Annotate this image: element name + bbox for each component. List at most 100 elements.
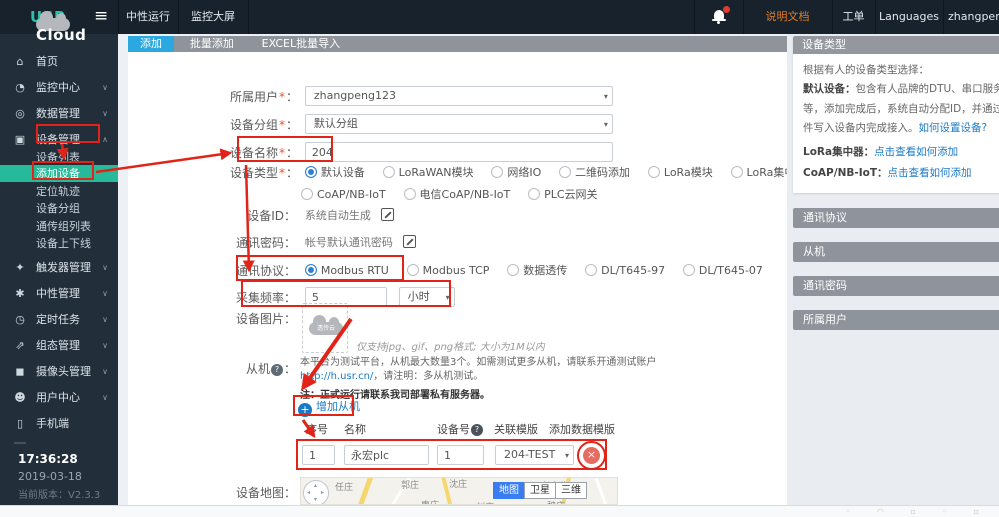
sidebar-subitem-add-device[interactable]: 添加设备 bbox=[0, 165, 118, 182]
radio-coap-nbiot[interactable]: CoAP/NB-IoT bbox=[301, 188, 386, 201]
sidebar-item-user-center[interactable]: 用户中心 ∨ bbox=[0, 386, 118, 410]
sidebar-item-camera-mgmt[interactable]: 摄像头管理∨ bbox=[0, 360, 118, 384]
clock-icon bbox=[12, 308, 28, 332]
protocol-label: 通讯协议 bbox=[236, 264, 284, 278]
help-default-device: 默认设备：包含有人品牌的DTU、串口服务器等，添加完成后，系统自动分配ID，并通… bbox=[803, 80, 999, 138]
nav-item-username[interactable]: zhangpeng1 bbox=[948, 0, 999, 34]
chevron-down-icon: ∨ bbox=[102, 386, 108, 410]
chevron-down-icon: ∨ bbox=[102, 102, 108, 126]
row-device-no-input[interactable] bbox=[437, 445, 484, 465]
users-icon bbox=[12, 386, 28, 410]
help-section-password[interactable]: 通讯密码 bbox=[793, 276, 999, 296]
device-map[interactable]: 任庄 郭庄 沈庄 老庄孜 惠庄 刘庄 魏庄 ▴ ▾ ◂ ▸ 地图卫星三维 bbox=[300, 477, 618, 505]
bell-clapper bbox=[717, 21, 720, 24]
sidebar-divider bbox=[14, 442, 26, 444]
nav-item-docs[interactable]: 说明文档 bbox=[743, 0, 832, 34]
map-pan-control[interactable]: ▴ ▾ ◂ ▸ bbox=[303, 480, 329, 505]
map-place-label: 郭庄 bbox=[401, 478, 419, 491]
sidebar-subitem-location-track[interactable]: 定位轨迹 bbox=[0, 183, 118, 200]
sidebar-item-timed-tasks[interactable]: 定时任务∨ bbox=[0, 308, 118, 332]
sidebar-item-label: 用户中心 bbox=[36, 386, 80, 410]
how-to-setup-link[interactable]: 如何设置设备? bbox=[919, 122, 988, 134]
help-section-protocol[interactable]: 通讯协议 bbox=[793, 208, 999, 228]
sidebar-subitem-passthrough-group[interactable]: 通传组列表 bbox=[0, 218, 118, 235]
row-name-input[interactable] bbox=[344, 445, 429, 465]
form-row-group: 设备分组*： 默认分组▾ bbox=[230, 114, 613, 134]
app-root: USRCloud ≡ 中性运行 监控大屏 说明文档 工单 Languages z… bbox=[0, 0, 999, 517]
tab-add[interactable]: 添加 bbox=[128, 36, 174, 52]
row-template-select[interactable]: 204-TEST▾ bbox=[495, 445, 574, 465]
lora-how-to-add-link[interactable]: 点击查看如何添加 bbox=[874, 146, 958, 158]
pan-left-icon: ◂ bbox=[307, 489, 310, 496]
scada-icon bbox=[12, 334, 28, 358]
usrcloud-logo[interactable]: USRCloud bbox=[30, 0, 66, 34]
radio-dlt645-97[interactable]: DL/T645-97 bbox=[585, 264, 665, 277]
sidebar-item-home[interactable]: 首页 bbox=[0, 50, 118, 74]
sidebar-subitem-device-group[interactable]: 设备分组 bbox=[0, 200, 118, 217]
radio-icon bbox=[305, 264, 317, 276]
sidebar-item-mobile[interactable]: 手机端 bbox=[0, 412, 118, 436]
edit-icon[interactable] bbox=[403, 235, 416, 248]
group-select-value: 默认分组 bbox=[314, 117, 358, 130]
coap-how-to-add-link[interactable]: 点击查看如何添加 bbox=[888, 167, 972, 179]
form-row-device-type: 设备类型*： 默认设备 LoRaWAN模块 网络IO 二维码添加 LoRa模块 … bbox=[230, 164, 820, 181]
row-index-input[interactable] bbox=[302, 445, 335, 465]
help-icon[interactable]: ? bbox=[271, 364, 283, 376]
radio-telecom-coap-nbiot[interactable]: 电信CoAP/NB-IoT bbox=[404, 188, 511, 201]
radio-lorawan-module[interactable]: LoRaWAN模块 bbox=[383, 166, 474, 179]
sidebar-subitem-device-online[interactable]: 设备上下线 bbox=[0, 235, 118, 252]
required-mark: * bbox=[279, 146, 285, 160]
help-icon[interactable]: ? bbox=[471, 424, 483, 436]
nav-item-neutral-run[interactable]: 中性运行 bbox=[118, 0, 178, 34]
delete-row-button[interactable]: × bbox=[583, 447, 600, 464]
slave-test-link[interactable]: http://h.usr.cn/ bbox=[300, 371, 373, 382]
sidebar-item-data-mgmt[interactable]: 数据管理∨ bbox=[0, 102, 118, 126]
radio-modbus-tcp[interactable]: Modbus TCP bbox=[407, 264, 490, 277]
sidebar-item-scada-mgmt[interactable]: 组态管理∨ bbox=[0, 334, 118, 358]
map-road bbox=[594, 477, 612, 505]
mobile-icon bbox=[12, 412, 28, 436]
sidebar-subitem-device-list[interactable]: 设备列表 bbox=[0, 149, 118, 166]
help-section-slave[interactable]: 从机 bbox=[793, 242, 999, 262]
radio-qrcode-add[interactable]: 二维码添加 bbox=[559, 166, 630, 179]
radio-network-io[interactable]: 网络IO bbox=[491, 166, 541, 179]
hamburger-menu-icon[interactable]: ≡ bbox=[94, 0, 108, 34]
map-button-map[interactable]: 地图 bbox=[493, 482, 525, 499]
notification-bell-icon[interactable] bbox=[712, 9, 730, 25]
add-data-template-link[interactable]: 添加数据模版 bbox=[549, 421, 615, 437]
top-navbar: USRCloud ≡ 中性运行 监控大屏 说明文档 工单 Languages z… bbox=[0, 0, 999, 34]
pan-right-icon: ▸ bbox=[321, 489, 324, 496]
radio-icon bbox=[585, 264, 597, 276]
map-button-3d[interactable]: 三维 bbox=[555, 482, 587, 499]
nav-item-monitor-screen[interactable]: 监控大屏 bbox=[178, 0, 248, 34]
radio-plc-gateway[interactable]: PLC云网关 bbox=[528, 188, 597, 201]
radio-lora-module[interactable]: LoRa模块 bbox=[648, 166, 713, 179]
device-name-input[interactable] bbox=[305, 142, 613, 162]
add-slave-button[interactable]: +增加从机 bbox=[298, 399, 360, 415]
help-section-owner[interactable]: 所属用户 bbox=[793, 310, 999, 330]
radio-default-device[interactable]: 默认设备 bbox=[305, 166, 365, 179]
form-row-device-type-2: CoAP/NB-IoT 电信CoAP/NB-IoT PLC云网关 bbox=[301, 186, 612, 202]
nav-item-languages[interactable]: Languages bbox=[875, 0, 943, 34]
image-upload-box[interactable]: 透传云 bbox=[302, 303, 348, 353]
device-id-label: 设备ID bbox=[247, 209, 284, 223]
sidebar-item-monitor-center[interactable]: 监控中心∨ bbox=[0, 76, 118, 100]
group-select[interactable]: 默认分组▾ bbox=[305, 114, 613, 134]
tab-excel-import[interactable]: EXCEL批量导入 bbox=[250, 36, 352, 52]
help-section-device-type-header[interactable]: 设备类型 bbox=[793, 36, 999, 54]
radio-dlt645-07[interactable]: DL/T645-07 bbox=[683, 264, 763, 277]
group-label: 设备分组 bbox=[230, 118, 278, 132]
sidebar-item-trigger-mgmt[interactable]: 触发器管理∨ bbox=[0, 256, 118, 280]
radio-modbus-rtu[interactable]: Modbus RTU bbox=[305, 264, 389, 277]
form-row-protocol: 通讯协议： Modbus RTU Modbus TCP 数据透传 DL/T645… bbox=[230, 262, 777, 279]
map-button-satellite[interactable]: 卫星 bbox=[524, 482, 556, 499]
nav-item-work-order[interactable]: 工单 bbox=[832, 0, 875, 34]
col-header-name: 名称 bbox=[344, 421, 366, 437]
tab-batch-add[interactable]: 批量添加 bbox=[178, 36, 246, 52]
sidebar-item-neutral-mgmt[interactable]: 中性管理∨ bbox=[0, 282, 118, 306]
sidebar-clock-date: 2019-03-18 bbox=[18, 470, 82, 483]
owner-select[interactable]: zhangpeng123▾ bbox=[305, 86, 613, 106]
radio-data-passthrough[interactable]: 数据透传 bbox=[507, 264, 567, 277]
edit-icon[interactable] bbox=[381, 208, 394, 221]
frequency-unit-select[interactable]: 小时▾ bbox=[399, 287, 455, 307]
